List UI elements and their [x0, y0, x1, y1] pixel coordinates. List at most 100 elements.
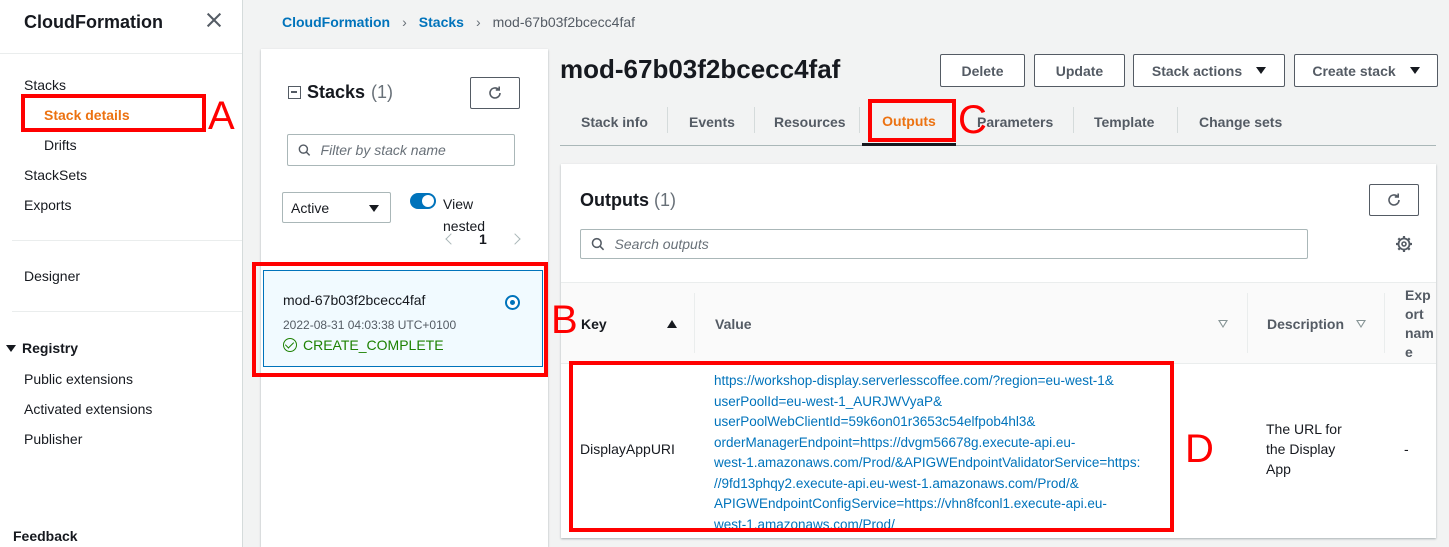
output-export: - — [1404, 441, 1409, 457]
sort-icon — [1218, 320, 1228, 328]
chevron-right-icon[interactable] — [509, 233, 521, 245]
tab-divider — [754, 107, 755, 133]
search-outputs-input[interactable] — [614, 236, 1307, 252]
status-filter-value: Active — [291, 199, 330, 216]
outputs-count: (1) — [654, 190, 677, 210]
annotation-box-c — [868, 99, 956, 142]
annotation-label-a: A — [208, 94, 235, 138]
sort-ascending-icon — [667, 320, 677, 328]
breadcrumb-cloudformation[interactable]: CloudFormation — [282, 14, 390, 30]
sidebar-item-stacks[interactable]: Stacks — [24, 77, 66, 93]
pagination: 1 — [445, 231, 521, 247]
column-divider — [694, 293, 695, 353]
feedback-link[interactable]: Feedback — [13, 528, 78, 544]
tab-divider — [1177, 107, 1178, 133]
stacks-count: (1) — [371, 82, 394, 102]
search-outputs-field[interactable] — [580, 229, 1308, 259]
sidebar-item-drifts[interactable]: Drifts — [44, 137, 77, 153]
tab-divider — [667, 107, 668, 133]
annotation-box-a — [21, 94, 206, 132]
description-line: The URL for — [1266, 421, 1342, 437]
chevron-left-icon[interactable] — [445, 233, 457, 245]
create-stack-button[interactable]: Create stack — [1294, 54, 1438, 87]
search-icon — [298, 144, 311, 156]
breadcrumb-current: mod-67b03f2bcecc4faf — [492, 14, 636, 30]
stack-actions-button[interactable]: Stack actions — [1133, 54, 1285, 87]
description-line: App — [1266, 461, 1291, 477]
annotation-box-b — [252, 262, 548, 377]
sidebar-item-publisher[interactable]: Publisher — [24, 431, 82, 447]
refresh-outputs-button[interactable] — [1369, 184, 1419, 216]
column-divider — [1384, 293, 1385, 353]
column-key[interactable]: Key — [581, 283, 677, 365]
description-line: the Display — [1266, 441, 1336, 457]
sidebar-item-designer[interactable]: Designer — [24, 268, 80, 284]
caret-down-icon — [369, 205, 379, 212]
caret-down-icon — [1409, 67, 1420, 74]
column-value[interactable]: Value — [715, 283, 1228, 365]
view-nested-toggle[interactable] — [410, 193, 436, 209]
column-description-label: Description — [1267, 316, 1345, 332]
chevron-right-icon: › — [402, 14, 407, 30]
table-header: Key Value Description Export name — [561, 282, 1436, 364]
collapse-icon[interactable] — [288, 86, 301, 99]
filter-stacks-field[interactable] — [287, 134, 515, 166]
tab-template[interactable]: Template — [1094, 98, 1154, 145]
sidebar-section-label: Registry — [22, 340, 79, 356]
refresh-stacks-button[interactable] — [470, 77, 520, 109]
column-key-label: Key — [581, 316, 607, 332]
sidebar: CloudFormation Stacks Stack details Drif… — [0, 0, 243, 547]
tab-stack-info[interactable]: Stack info — [581, 98, 648, 145]
status-filter-select[interactable]: Active — [282, 192, 391, 223]
outputs-title: Outputs (1) — [580, 190, 676, 211]
delete-button[interactable]: Delete — [940, 54, 1025, 87]
sidebar-section-registry[interactable]: Registry — [6, 340, 78, 356]
column-divider — [1247, 293, 1248, 353]
stacks-header: Stacks (1) — [288, 82, 393, 103]
search-icon — [591, 237, 605, 251]
delete-button-label: Delete — [961, 62, 1004, 79]
filter-stacks-input[interactable] — [320, 142, 514, 158]
stacks-title: Stacks — [307, 82, 366, 102]
sidebar-divider — [12, 311, 242, 312]
sidebar-item-exports[interactable]: Exports — [24, 197, 71, 213]
page-number[interactable]: 1 — [479, 231, 487, 247]
breadcrumb-stacks[interactable]: Stacks — [419, 14, 464, 30]
column-description[interactable]: Description — [1267, 283, 1366, 365]
refresh-icon — [489, 86, 501, 99]
gear-icon[interactable] — [1395, 235, 1413, 253]
update-button-label: Update — [1055, 62, 1104, 79]
sort-icon — [1356, 320, 1366, 328]
sidebar-item-activated-extensions[interactable]: Activated extensions — [24, 401, 152, 417]
annotation-box-d — [569, 361, 1174, 532]
annotation-label-b: B — [551, 298, 578, 342]
caret-down-icon — [1256, 67, 1267, 74]
column-export[interactable]: Export name — [1405, 283, 1435, 365]
sidebar-title: CloudFormation — [24, 12, 163, 32]
close-icon[interactable] — [204, 10, 224, 30]
column-export-label: Export name — [1405, 287, 1434, 360]
tab-divider — [859, 107, 860, 133]
annotation-label-d: D — [1185, 427, 1214, 471]
create-stack-label: Create stack — [1312, 62, 1396, 79]
tab-divider — [1073, 107, 1074, 133]
refresh-icon — [1388, 193, 1400, 206]
sidebar-divider — [0, 53, 242, 54]
chevron-right-icon: › — [475, 14, 481, 30]
page-title: mod-67b03f2bcecc4faf — [560, 54, 841, 84]
output-description: The URL for the Display App — [1266, 419, 1342, 479]
tab-parameters[interactable]: Parameters — [977, 98, 1053, 145]
outputs-title-label: Outputs — [580, 190, 649, 210]
column-value-label: Value — [715, 316, 752, 332]
stack-tabs: Stack info Events Resources Outputs Para… — [560, 98, 1436, 146]
stack-actions-label: Stack actions — [1151, 62, 1243, 79]
sidebar-divider — [12, 240, 242, 241]
sidebar-item-public-extensions[interactable]: Public extensions — [24, 371, 133, 387]
tab-change-sets[interactable]: Change sets — [1199, 98, 1282, 145]
sidebar-item-stacksets[interactable]: StackSets — [24, 167, 87, 183]
tab-events[interactable]: Events — [689, 98, 735, 145]
update-button[interactable]: Update — [1034, 54, 1125, 87]
tab-resources[interactable]: Resources — [774, 98, 846, 145]
caret-down-icon — [6, 344, 16, 352]
breadcrumb: CloudFormation › Stacks › mod-67b03f2bce… — [282, 14, 635, 30]
